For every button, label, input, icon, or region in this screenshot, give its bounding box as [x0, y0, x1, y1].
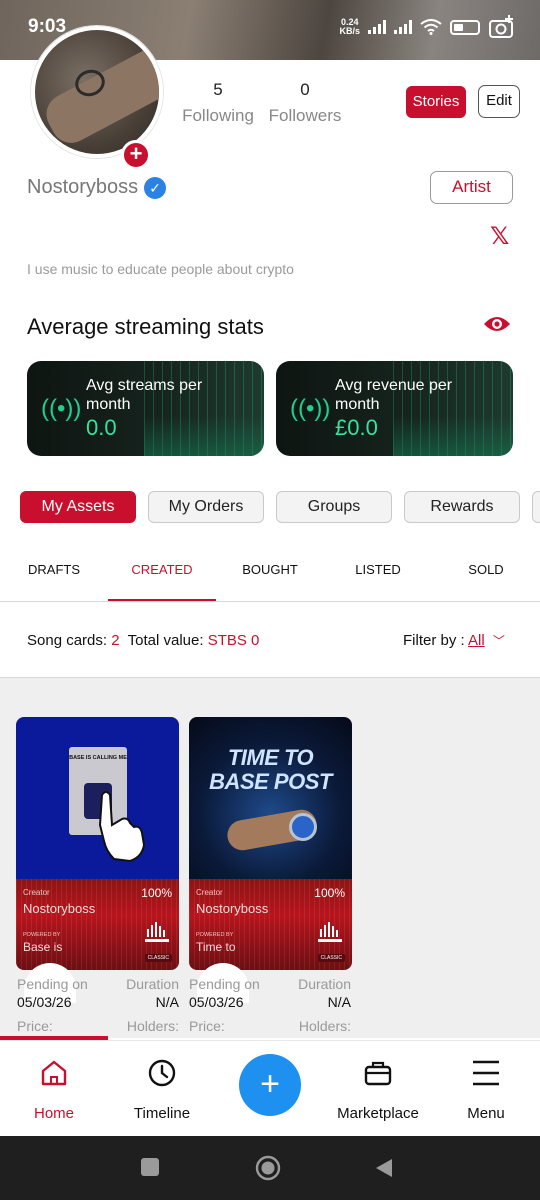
avatar[interactable] — [31, 26, 163, 158]
card-title: Time to — [196, 940, 236, 954]
eye-icon[interactable] — [482, 312, 512, 336]
battery-icon — [450, 19, 480, 35]
bio: I use music to educate people about cryp… — [27, 261, 294, 277]
song-card-artwork: BASE IS CALLING ME — [16, 717, 179, 879]
status-time: 9:03 — [28, 16, 67, 37]
home-system-button[interactable] — [255, 1155, 281, 1181]
soundwave-logo-icon — [145, 922, 169, 942]
x-social-icon[interactable]: 𝕏 — [490, 222, 509, 251]
camera-add-icon[interactable] — [488, 14, 516, 40]
username-row: Nostoryboss ✓ — [27, 176, 167, 199]
song-card-info: Creator 100% Nostoryboss POWERED BY Time… — [189, 879, 352, 970]
artwork-title-line1: TIME TO — [227, 745, 314, 770]
signal-icon-2 — [394, 20, 412, 34]
subtab-sold[interactable]: SOLD — [432, 562, 540, 577]
chevron-down-icon: ﹀ — [492, 634, 505, 648]
card-meta-status: Pending on 05/03/26 Price: — [189, 975, 279, 1035]
soundwave-logo-icon — [318, 922, 342, 942]
stats-title: Average streaming stats — [27, 314, 264, 339]
nav-home[interactable]: Home — [0, 1055, 108, 1122]
song-card-artwork: TIME TO BASE POST — [189, 717, 352, 879]
broadcast-icon: ((•)) — [41, 395, 82, 422]
avg-streams-card: ((•)) Avg streams per month 0.0 — [27, 361, 264, 456]
followers-stat[interactable]: 0 Followers — [266, 80, 344, 126]
avatar-photo — [39, 40, 159, 150]
status-icons: 0.24 KB/s — [339, 14, 516, 40]
divider — [0, 601, 540, 602]
avg-revenue-card: ((•)) Avg revenue per month £0.0 — [276, 361, 513, 456]
tier-badge: CLASSIC — [317, 954, 345, 962]
back-button[interactable] — [374, 1157, 394, 1179]
net-speed: 0.24 KB/s — [339, 17, 360, 36]
artwork-text: BASE IS CALLING ME — [69, 755, 127, 761]
subtab-bought[interactable]: BOUGHT — [216, 562, 324, 577]
nav-timeline[interactable]: Timeline — [108, 1055, 216, 1122]
nav-menu[interactable]: Menu — [432, 1055, 540, 1122]
ownership-percent: 100% — [141, 886, 172, 900]
card-duration: N/A — [155, 994, 179, 1010]
following-label: Following — [182, 106, 254, 125]
total-value: STBS 0 — [207, 632, 260, 649]
tab-my-orders[interactable]: My Orders — [148, 491, 264, 523]
song-card[interactable]: BASE IS CALLING ME Creator 100% Nostoryb… — [16, 717, 179, 970]
following-count: 5 — [213, 80, 223, 99]
filter-dropdown[interactable]: Filter by : All ﹀ — [403, 632, 505, 649]
menu-icon — [473, 1060, 499, 1086]
card-duration: N/A — [327, 994, 351, 1010]
watch-icon — [289, 813, 317, 841]
avg-streams-label: Avg streams per month — [86, 377, 203, 413]
card-title: Base is — [23, 940, 63, 954]
stories-button[interactable]: Stories — [406, 86, 466, 118]
clock-icon — [148, 1059, 176, 1087]
add-avatar-button[interactable]: + — [121, 140, 151, 170]
hand-tap-icon — [98, 791, 146, 863]
tab-more[interactable] — [532, 491, 540, 523]
subtab-listed[interactable]: LISTED — [324, 562, 432, 577]
song-card[interactable]: TIME TO BASE POST Creator 100% Nostorybo… — [189, 717, 352, 970]
subtab-created[interactable]: CREATED — [108, 562, 216, 577]
song-card-info: Creator 100% Nostoryboss POWERED BY Base… — [16, 879, 179, 970]
tab-rewards[interactable]: Rewards — [404, 491, 520, 523]
following-stat[interactable]: 5 Following — [178, 80, 258, 126]
tier-badge: CLASSIC — [144, 954, 172, 962]
song-cards-count: 2 — [111, 632, 120, 649]
create-plus-button[interactable]: + — [239, 1054, 301, 1116]
edit-button[interactable]: Edit — [478, 85, 520, 118]
tab-groups[interactable]: Groups — [276, 491, 392, 523]
filter-value: All — [468, 632, 485, 649]
home-icon — [41, 1060, 67, 1086]
avg-streams-value: 0.0 — [86, 415, 117, 440]
card-meta-duration: Duration N/A Holders: — [272, 975, 351, 1035]
tab-my-assets[interactable]: My Assets — [20, 491, 136, 523]
subtab-active-indicator — [108, 599, 216, 601]
verified-badge-icon: ✓ — [144, 176, 167, 199]
system-nav-bar — [0, 1136, 540, 1200]
avg-revenue-label: Avg revenue per month — [335, 377, 453, 413]
subtab-drafts[interactable]: DRAFTS — [0, 562, 108, 577]
card-creator: Nostoryboss — [196, 901, 269, 916]
card-meta-status: Pending on 05/03/26 Price: — [17, 975, 107, 1035]
card-date: 05/03/26 — [189, 994, 244, 1010]
wifi-icon — [420, 19, 442, 35]
recents-button[interactable] — [141, 1158, 159, 1176]
avg-revenue-value: £0.0 — [335, 415, 378, 440]
card-date: 05/03/26 — [17, 994, 72, 1010]
ownership-percent: 100% — [314, 886, 345, 900]
username: Nostoryboss — [27, 176, 139, 198]
signal-icon — [368, 20, 386, 34]
briefcase-icon — [364, 1061, 392, 1086]
followers-count: 0 — [300, 80, 310, 99]
nav-marketplace[interactable]: Marketplace — [324, 1055, 432, 1122]
followers-label: Followers — [268, 106, 342, 125]
artist-button[interactable]: Artist — [430, 171, 513, 204]
assets-summary: Song cards: 2 Total value: STBS 0 — [27, 632, 260, 649]
card-meta-duration: Duration N/A Holders: — [100, 975, 179, 1035]
artwork-title-line2: BASE POST — [209, 769, 332, 794]
broadcast-icon: ((•)) — [290, 395, 331, 422]
card-creator: Nostoryboss — [23, 901, 96, 916]
